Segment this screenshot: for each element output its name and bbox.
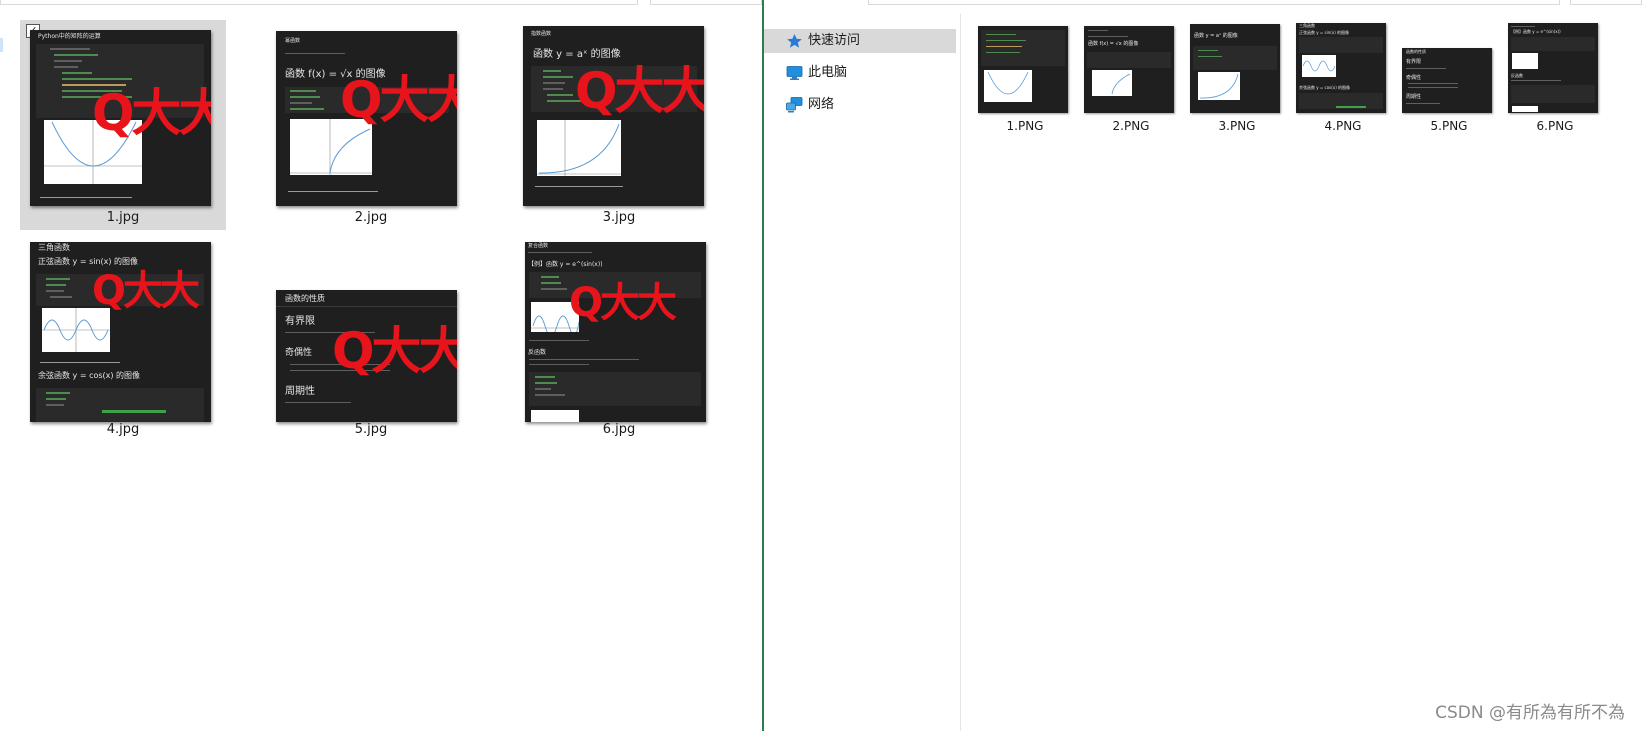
scroll-position-marker: [0, 38, 3, 52]
file-name: 5.jpg: [354, 422, 388, 437]
star-pin-icon: [786, 33, 803, 49]
thumbnail: [978, 26, 1068, 113]
thumbnail: Python中的矩阵的运算 Q大大: [30, 30, 211, 206]
thumbnail-formula: 【例】函数 y = e^(sin(x)): [528, 261, 603, 268]
computer-icon: [786, 65, 803, 81]
network-icon: [786, 97, 803, 113]
watermark-text: Q大大: [575, 62, 704, 120]
thumbnail: 【例】函数 y = e^(sin(x)) 反函数: [1508, 23, 1598, 113]
thumbnail: 三角函数 正弦函数 y = sin(x) 的图像 余弦函数 y = cos(x)…: [1296, 23, 1386, 113]
address-bar-edge[interactable]: [0, 0, 638, 5]
thumbnail: 函数 f(x) = √x 的图像: [1084, 26, 1174, 113]
nav-item-network[interactable]: 网络: [764, 93, 956, 117]
file-tile-2[interactable]: 幂函数 函数 f(x) = √x 的图像 Q大大 2.jpg: [268, 20, 474, 230]
nav-item-label: 网络: [808, 97, 835, 112]
file-tile-3[interactable]: 指数函数 函数 y = aˣ 的图像 Q大大 3.jpg: [516, 20, 722, 230]
png-tile-6[interactable]: 【例】函数 y = e^(sin(x)) 反函数 6.PNG: [1508, 23, 1602, 143]
file-name: 2.jpg: [354, 210, 388, 225]
section-heading: 奇偶性: [285, 348, 313, 358]
search-box-edge[interactable]: [650, 0, 762, 5]
file-name: 5.PNG: [1430, 119, 1468, 133]
thumbnail: 三角函数 正弦函数 y = sin(x) 的图像 余弦函数 y = cos(x)…: [30, 242, 211, 422]
thumbnail-header: 三角函数: [38, 243, 70, 252]
plot-image-2: [531, 410, 579, 422]
thumbnail: 函数的性质 有界限 奇偶性 周期性 Q大大: [276, 290, 457, 422]
thumbnail-header: 指数函数: [531, 31, 552, 37]
thumbnail: 指数函数 函数 y = aˣ 的图像 Q大大: [523, 26, 704, 206]
watermark-text: Q大大: [332, 322, 457, 380]
file-name: 3.jpg: [602, 210, 636, 225]
nav-item-this-pc[interactable]: 此电脑: [764, 61, 956, 85]
left-file-pane[interactable]: ✓ Python中的矩阵的运算 Q大大 1.jpg 幂函数 函数 f(x) =: [0, 0, 762, 731]
plot-image: [537, 120, 621, 176]
file-tile-1[interactable]: ✓ Python中的矩阵的运算 Q大大 1.jpg: [20, 20, 226, 230]
section-heading: 周期性: [285, 386, 315, 397]
thumbnail-formula-2: 余弦函数 y = cos(x) 的图像: [38, 371, 141, 380]
left-toolbar-edge: [0, 0, 762, 5]
watermark-text: Q大大: [569, 280, 677, 326]
watermark-text: Q大大: [340, 71, 457, 129]
file-name: 1.PNG: [1006, 119, 1044, 133]
png-tile-3[interactable]: 函数 y = aˣ 的图像 3.PNG: [1190, 24, 1284, 144]
watermark-text: Q大大: [92, 268, 200, 314]
thumbnail: 复合函数 【例】函数 y = e^(sin(x)) 反函数 Q大大: [525, 242, 706, 422]
watermark-text: Q大大: [92, 84, 211, 142]
file-tile-6[interactable]: 复合函数 【例】函数 y = e^(sin(x)) 反函数 Q大大 6.jpg: [516, 232, 722, 442]
thumbnail: 函数的性质 有界限 奇偶性 周期性: [1402, 48, 1492, 113]
file-name: 3.PNG: [1218, 119, 1256, 133]
navigation-pane: 快速访问 此电脑 网络: [764, 0, 960, 731]
file-name: 4.jpg: [106, 422, 140, 437]
png-tile-5[interactable]: 函数的性质 有界限 奇偶性 周期性 5.PNG: [1402, 48, 1496, 168]
file-name: 1.jpg: [106, 210, 140, 225]
thumbnail-formula: 函数 y = aˣ 的图像: [533, 49, 621, 60]
file-name: 6.PNG: [1536, 119, 1574, 133]
thumbnail: 函数 y = aˣ 的图像: [1190, 24, 1280, 113]
file-name: 6.jpg: [602, 422, 636, 437]
section-heading: 反函数: [528, 349, 547, 356]
nav-item-label: 快速访问: [808, 33, 861, 48]
section-heading: 有界限: [285, 316, 315, 327]
csdn-watermark: CSDN @有所為有所不為: [1435, 703, 1625, 723]
thumbnail-header: 函数的性质: [285, 294, 325, 303]
search-box-edge[interactable]: [1570, 0, 1642, 5]
thumbnail-header: 复合函数: [528, 243, 549, 249]
file-tile-5[interactable]: 函数的性质 有界限 奇偶性 周期性 Q大大 5.jpg: [268, 232, 474, 442]
png-tile-2[interactable]: 函数 f(x) = √x 的图像 2.PNG: [1084, 26, 1178, 146]
nav-item-label: 此电脑: [808, 65, 848, 80]
nav-item-quick-access[interactable]: 快速访问: [764, 29, 956, 53]
address-bar-edge[interactable]: [868, 0, 1560, 5]
file-name: 4.PNG: [1324, 119, 1362, 133]
file-name: 2.PNG: [1112, 119, 1150, 133]
thumbnail: 幂函数 函数 f(x) = √x 的图像 Q大大: [276, 31, 457, 206]
nav-divider: [960, 14, 961, 731]
thumbnail-header: Python中的矩阵的运算: [38, 33, 101, 40]
thumbnail-header: 幂函数: [285, 38, 301, 44]
png-tile-1[interactable]: 1.PNG: [978, 26, 1072, 146]
png-tile-4[interactable]: 三角函数 正弦函数 y = sin(x) 的图像 余弦函数 y = cos(x)…: [1296, 23, 1390, 143]
file-tile-4[interactable]: 三角函数 正弦函数 y = sin(x) 的图像 余弦函数 y = cos(x)…: [20, 232, 226, 442]
